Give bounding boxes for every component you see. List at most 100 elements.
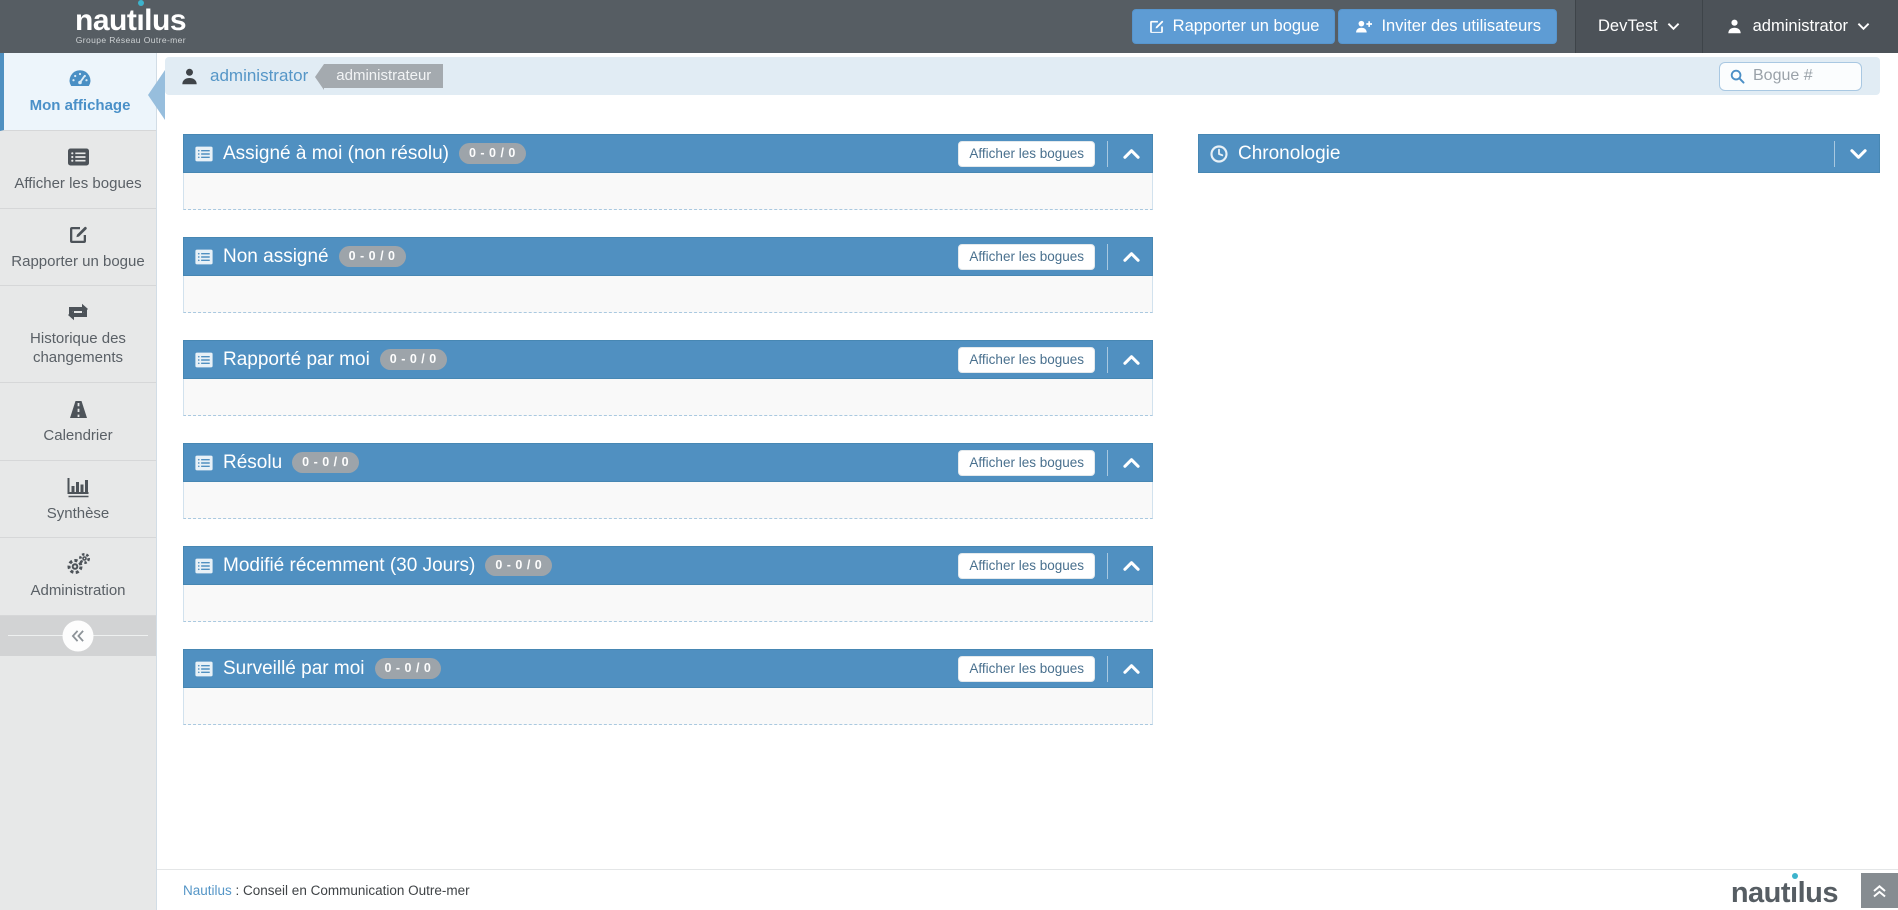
panel-header: Surveillé par moi 0 - 0 / 0 Afficher les… — [183, 649, 1153, 688]
invite-users-label: Inviter des utilisateurs — [1381, 17, 1541, 36]
sidebar-item-label: Administration — [30, 582, 125, 601]
retweet-icon — [65, 299, 91, 325]
panel-body-empty — [183, 173, 1153, 210]
table-icon — [194, 248, 214, 266]
panel-body-empty — [183, 276, 1153, 313]
panel-count-badge: 0 - 0 / 0 — [339, 246, 406, 267]
sidebar-item-view-issues[interactable]: Afficher les bogues — [0, 131, 156, 209]
panel-title: Modifié récemment (30 Jours) — [223, 555, 475, 577]
sidebar-item-changelog[interactable]: Historique des changements — [0, 286, 156, 383]
chevron-up-icon[interactable] — [1120, 249, 1143, 265]
view-issues-button[interactable]: Afficher les bogues — [958, 450, 1095, 476]
view-issues-button[interactable]: Afficher les bogues — [958, 141, 1095, 167]
user-menu-dropdown[interactable]: administrator — [1702, 0, 1898, 53]
chevron-up-icon[interactable] — [1120, 558, 1143, 574]
panel-header: Résolu 0 - 0 / 0 Afficher les bogues — [183, 443, 1153, 482]
table-icon — [194, 145, 214, 163]
user-icon — [179, 66, 200, 87]
footer-nautilus-logo: nautılus — [1731, 877, 1838, 910]
divider — [1107, 553, 1108, 579]
sidebar-item-my-view[interactable]: Mon affichage — [0, 53, 156, 131]
sidebar-item-administration[interactable]: Administration — [0, 538, 156, 616]
panel-reported-by-me: Rapporté par moi 0 - 0 / 0 Afficher les … — [183, 340, 1153, 416]
chevron-up-icon[interactable] — [1120, 146, 1143, 162]
panel-count-badge: 0 - 0 / 0 — [375, 658, 442, 679]
table-icon — [194, 557, 214, 575]
chevron-up-icon[interactable] — [1120, 455, 1143, 471]
list-icon — [66, 144, 91, 170]
chevron-up-icon[interactable] — [1120, 661, 1143, 677]
user-icon — [1725, 17, 1744, 36]
panel-header: Rapporté par moi 0 - 0 / 0 Afficher les … — [183, 340, 1153, 379]
divider — [1107, 347, 1108, 373]
panel-count-badge: 0 - 0 / 0 — [459, 143, 526, 164]
user-menu-label: administrator — [1753, 17, 1848, 36]
double-chevron-left-icon — [63, 621, 94, 652]
tachometer-icon — [67, 66, 93, 92]
chevron-down-icon[interactable] — [1847, 146, 1870, 162]
panel-header: Modifié récemment (30 Jours) 0 - 0 / 0 A… — [183, 546, 1153, 585]
sidebar-item-label: Historique des changements — [4, 330, 152, 368]
timeline-column: Chronologie — [1198, 134, 1880, 200]
sidebar-item-summary[interactable]: Synthèse — [0, 461, 156, 539]
view-issues-button[interactable]: Afficher les bogues — [958, 347, 1095, 373]
table-icon — [194, 454, 214, 472]
main-content: administrator administrateur Assigné à m… — [157, 53, 1898, 910]
chevron-down-icon — [1857, 22, 1870, 31]
breadcrumb: administrator administrateur — [165, 57, 1880, 95]
dashboard-panels-column: Assigné à moi (non résolu) 0 - 0 / 0 Aff… — [183, 134, 1153, 752]
panel-header: Non assigné 0 - 0 / 0 Afficher les bogue… — [183, 237, 1153, 276]
panel-title: Résolu — [223, 452, 282, 474]
panel-body-empty — [183, 688, 1153, 725]
issue-search-box — [1719, 62, 1862, 91]
double-chevron-up-icon — [1871, 883, 1888, 899]
invite-users-button[interactable]: Inviter des utilisateurs — [1338, 9, 1557, 44]
page-footer: Nautilus : Conseil en Communication Outr… — [157, 869, 1898, 910]
panel-header: Chronologie — [1198, 134, 1880, 173]
sidebar-collapse-toggle[interactable] — [0, 616, 156, 656]
divider — [1107, 141, 1108, 167]
sidebar-item-report-issue[interactable]: Rapporter un bogue — [0, 209, 156, 287]
panel-title: Non assigné — [223, 246, 329, 268]
table-icon — [194, 351, 214, 369]
divider — [1834, 141, 1835, 167]
clock-icon — [1209, 144, 1229, 164]
road-icon — [66, 396, 91, 422]
divider — [1107, 450, 1108, 476]
view-issues-button[interactable]: Afficher les bogues — [958, 553, 1095, 579]
edit-icon — [1148, 18, 1165, 35]
back-to-top-button[interactable] — [1861, 873, 1898, 908]
nautilus-logo-text: nautılus — [75, 8, 186, 34]
project-dropdown[interactable]: DevTest — [1575, 0, 1702, 53]
panel-header: Assigné à moi (non résolu) 0 - 0 / 0 Aff… — [183, 134, 1153, 173]
divider — [1107, 244, 1108, 270]
project-dropdown-label: DevTest — [1598, 17, 1658, 36]
sidebar-item-label: Calendrier — [43, 427, 112, 446]
search-icon — [1729, 68, 1746, 85]
footer-tagline: : Conseil en Communication Outre-mer — [232, 883, 470, 898]
panel-timeline: Chronologie — [1198, 134, 1880, 173]
footer-text: Nautilus : Conseil en Communication Outr… — [183, 883, 470, 898]
report-bug-label: Rapporter un bogue — [1173, 17, 1320, 36]
sidebar-item-label: Mon affichage — [30, 97, 131, 116]
chevron-up-icon[interactable] — [1120, 352, 1143, 368]
report-bug-button[interactable]: Rapporter un bogue — [1132, 9, 1336, 44]
sidebar-item-calendar[interactable]: Calendrier — [0, 383, 156, 461]
logo-teal-dot — [1792, 873, 1798, 879]
panel-count-badge: 0 - 0 / 0 — [292, 452, 359, 473]
bar-chart-icon — [65, 474, 91, 500]
chevron-down-icon — [1667, 22, 1680, 31]
panel-resolved: Résolu 0 - 0 / 0 Afficher les bogues — [183, 443, 1153, 519]
breadcrumb-username-link[interactable]: administrator — [210, 66, 308, 86]
view-issues-button[interactable]: Afficher les bogues — [958, 656, 1095, 682]
edit-icon — [66, 222, 90, 248]
panel-body-empty — [183, 482, 1153, 519]
panel-title: Surveillé par moi — [223, 658, 365, 680]
issue-search-input[interactable] — [1753, 67, 1852, 85]
footer-site-link[interactable]: Nautilus — [183, 883, 232, 898]
panel-title: Rapporté par moi — [223, 349, 370, 371]
top-navbar: nautılus Groupe Réseau Outre-mer Rapport… — [0, 0, 1898, 53]
view-issues-button[interactable]: Afficher les bogues — [958, 244, 1095, 270]
nautilus-logo[interactable]: nautılus Groupe Réseau Outre-mer — [75, 8, 186, 45]
sidebar-item-label: Synthèse — [47, 505, 110, 524]
